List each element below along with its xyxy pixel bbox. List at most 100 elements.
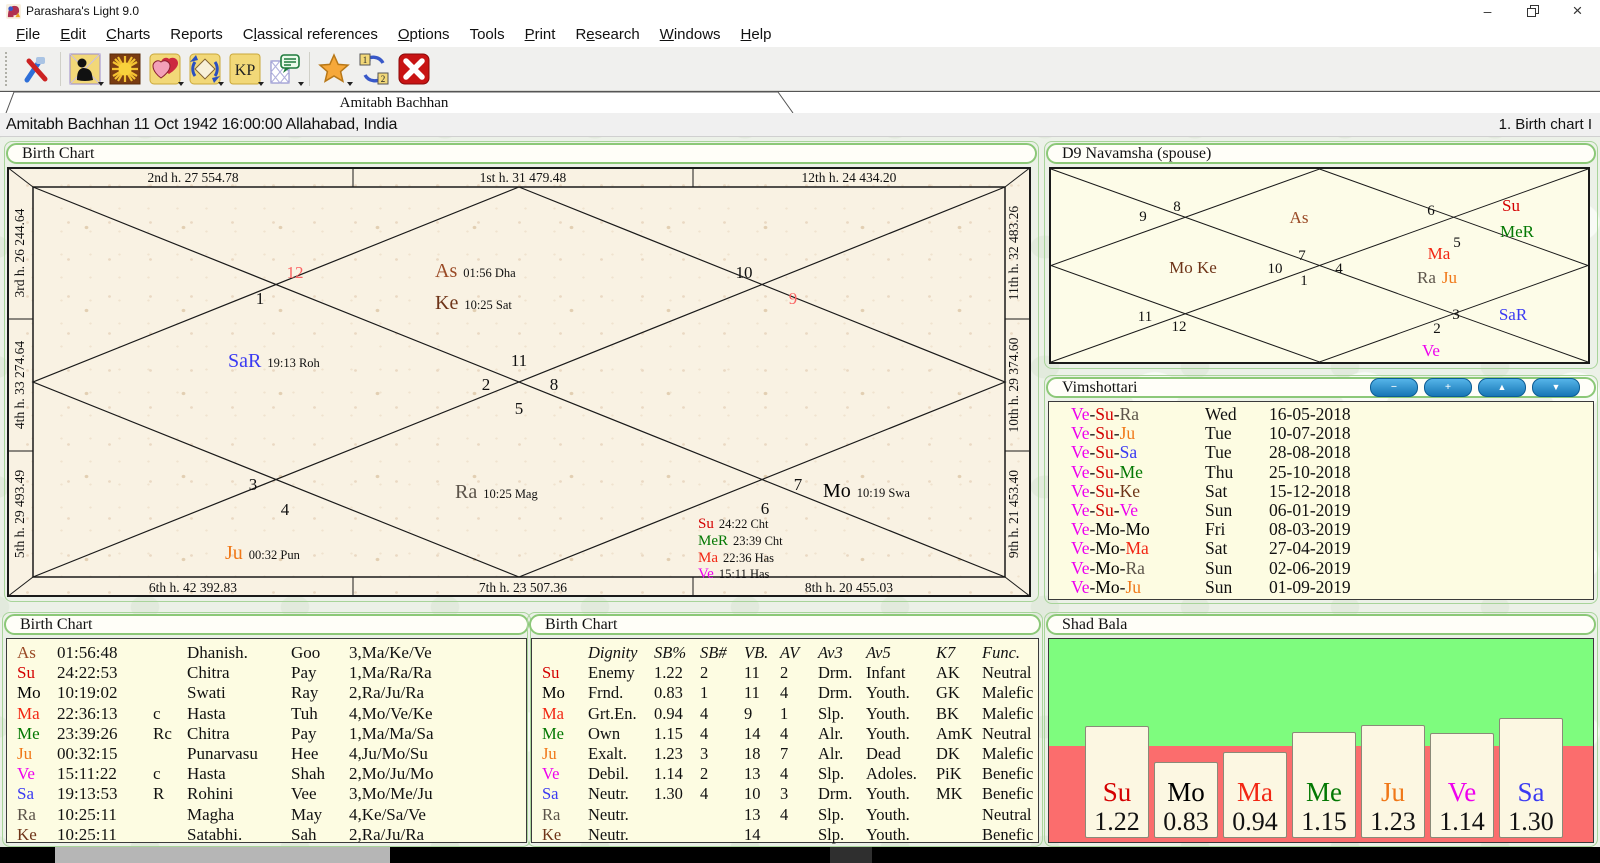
dasha-up-button[interactable]: ▲ bbox=[1478, 378, 1526, 397]
shadbala-bar: Ve1.14 bbox=[1430, 733, 1494, 838]
retro-combust-flag: c bbox=[153, 704, 187, 724]
dasha-row[interactable]: Ve-Mo-JuSun01-09-2019 bbox=[1071, 578, 1593, 597]
dasha-date: 01-09-2019 bbox=[1269, 578, 1351, 597]
menu-item-charts[interactable]: Charts bbox=[96, 22, 160, 47]
table-cell: Dead bbox=[866, 744, 936, 764]
dasha-name: Ve-Su-Sa bbox=[1071, 443, 1205, 462]
nakshatra: Swati bbox=[187, 683, 291, 703]
birth-chart-panel: Birth Chart bbox=[4, 141, 1039, 602]
dasha-weekday: Sat bbox=[1205, 539, 1269, 558]
retro-combust-flag bbox=[153, 825, 187, 845]
favorites-icon[interactable] bbox=[314, 50, 354, 88]
sun-chart-icon[interactable] bbox=[105, 50, 145, 88]
minimize-icon[interactable]: – bbox=[1465, 0, 1510, 22]
dasha-row[interactable]: Ve-Su-JuTue10-07-2018 bbox=[1071, 424, 1593, 443]
table-cell bbox=[654, 805, 700, 825]
shadbala-bar: Ma0.94 bbox=[1223, 752, 1287, 838]
dasha-down-button[interactable]: ▼ bbox=[1532, 378, 1580, 397]
dasha-row[interactable]: Ve-Su-SaTue28-08-2018 bbox=[1071, 443, 1593, 462]
planet-abbr: Ju bbox=[1381, 777, 1405, 807]
house-number: 1 bbox=[256, 289, 265, 308]
table-cell: BK bbox=[936, 704, 982, 724]
menu-item-reports[interactable]: Reports bbox=[160, 22, 233, 47]
rotate-chart-icon[interactable] bbox=[185, 50, 225, 88]
planet-abbr: Su bbox=[17, 663, 57, 683]
close-chart-icon[interactable] bbox=[394, 50, 434, 88]
table-cell: Slp. bbox=[818, 764, 866, 784]
dasha-weekday: Sat bbox=[1205, 482, 1269, 501]
table-cell: 13 bbox=[744, 764, 780, 784]
d9-panel-title[interactable]: D9 Navamsha (spouse) bbox=[1046, 143, 1596, 164]
table-cell: 1.30 bbox=[654, 784, 700, 804]
house-number: 5 bbox=[1453, 235, 1461, 251]
menu-item-classical-references[interactable]: Classical references bbox=[233, 22, 388, 47]
toolbar-drag-handle[interactable] bbox=[5, 52, 11, 86]
dasha-weekday: Sun bbox=[1205, 578, 1269, 597]
table-cell bbox=[654, 825, 700, 845]
dasha-weekday: Wed bbox=[1205, 405, 1269, 424]
strength-panel-title[interactable]: Birth Chart bbox=[529, 614, 1041, 635]
menu-item-help[interactable]: Help bbox=[731, 22, 782, 47]
menu-item-edit[interactable]: Edit bbox=[50, 22, 96, 47]
dasha-date: 28-08-2018 bbox=[1269, 443, 1351, 462]
planet-position: Mo10:19 Swa bbox=[823, 480, 910, 502]
table-cell: 3 bbox=[780, 784, 818, 804]
planet-abbr: Ju bbox=[17, 744, 57, 764]
dasha-row[interactable]: Ve-Su-VeSun06-01-2019 bbox=[1071, 501, 1593, 520]
vimshottari-panel-title[interactable]: Vimshottari − + ▲ ▼ bbox=[1046, 377, 1596, 398]
dasha-row[interactable]: Ve-Su-RaWed16-05-2018 bbox=[1071, 405, 1593, 424]
dasha-name: Ve-Mo-Ju bbox=[1071, 578, 1205, 597]
chart-tools-icon[interactable] bbox=[16, 50, 56, 88]
menu-item-options[interactable]: Options bbox=[388, 22, 460, 47]
compatibility-icon[interactable] bbox=[145, 50, 185, 88]
dasha-row[interactable]: Ve-Su-KeSat15-12-2018 bbox=[1071, 482, 1593, 501]
recalculate-icon[interactable]: 12 bbox=[354, 50, 394, 88]
menu-item-file[interactable]: File bbox=[6, 22, 50, 47]
shadbala-bar: Me1.15 bbox=[1292, 732, 1356, 838]
shadbala-panel-title[interactable]: Shad Bala bbox=[1046, 614, 1596, 635]
dasha-row[interactable]: Ve-Mo-MoFri08-03-2019 bbox=[1071, 520, 1593, 539]
birth-data-icon[interactable] bbox=[65, 50, 105, 88]
north-indian-chart[interactable]: 2nd h. 27 554.78 1st h. 31 479.48 12th h… bbox=[7, 167, 1031, 597]
dasha-expand-button[interactable]: + bbox=[1424, 378, 1472, 397]
pada-sublords: 1,Ma/Ma/Sa bbox=[349, 724, 434, 744]
table-cell: 13 bbox=[744, 805, 780, 825]
menu-item-windows[interactable]: Windows bbox=[650, 22, 731, 47]
planet-abbr: Sa bbox=[1518, 777, 1545, 807]
dasha-collapse-button[interactable]: − bbox=[1370, 378, 1418, 397]
house-number: 8 bbox=[550, 375, 559, 394]
pada-sublords: 3,Mo/Me/Ju bbox=[349, 784, 433, 804]
dasha-row[interactable]: Ve-Mo-MaSat27-04-2019 bbox=[1071, 539, 1593, 558]
birth-chart-panel-title[interactable]: Birth Chart bbox=[6, 143, 1037, 164]
table-cell: 0.83 bbox=[654, 683, 700, 703]
dasha-row[interactable]: Ve-Mo-RaSun02-06-2019 bbox=[1071, 559, 1593, 578]
planet-degree: 10:25:11 bbox=[57, 825, 153, 845]
planet-degree: 24:22:53 bbox=[57, 663, 153, 683]
dasha-row[interactable]: Ve-Su-MeThu25-10-2018 bbox=[1071, 463, 1593, 482]
house-number: 6 bbox=[761, 499, 770, 518]
column-header: K7 bbox=[936, 643, 982, 663]
d9-chart[interactable]: 9 8 6 5 7 10 4 1 11 12 3 2 As Su MeR Mo … bbox=[1049, 167, 1590, 364]
pada-sublords: 4,Mo/Ve/Ke bbox=[349, 704, 433, 724]
menu-item-research[interactable]: Research bbox=[565, 22, 649, 47]
table-cell: Debil. bbox=[588, 764, 654, 784]
planet-position: Mo Ke bbox=[1169, 258, 1217, 277]
planet-degree: 10:25:11 bbox=[57, 805, 153, 825]
menu-item-print[interactable]: Print bbox=[515, 22, 566, 47]
shadbala-value: 1.30 bbox=[1508, 807, 1554, 837]
table-cell: Slp. bbox=[818, 825, 866, 845]
chart-notes-icon[interactable] bbox=[265, 50, 305, 88]
close-icon[interactable]: × bbox=[1555, 0, 1600, 22]
positions-panel-title[interactable]: Birth Chart bbox=[4, 614, 529, 635]
planet-abbr: Ma bbox=[17, 704, 57, 724]
house-number: 8 bbox=[1173, 199, 1181, 215]
menu-item-tools[interactable]: Tools bbox=[460, 22, 515, 47]
restore-icon[interactable] bbox=[1510, 0, 1555, 22]
planet-position: Ju00:32 Pun bbox=[225, 542, 301, 564]
menu-bar: FileEditChartsReportsClassical reference… bbox=[0, 22, 1600, 47]
positions-panel: Birth Chart As01:56:48Dhanish.Goo3,Ma/Ke… bbox=[2, 612, 531, 847]
tab-label[interactable]: Amitabh Bachhan bbox=[340, 95, 449, 111]
column-header: SB# bbox=[700, 643, 744, 663]
planet-degree: 00:32:15 bbox=[57, 744, 153, 764]
kp-system-icon[interactable]: KP bbox=[225, 50, 265, 88]
